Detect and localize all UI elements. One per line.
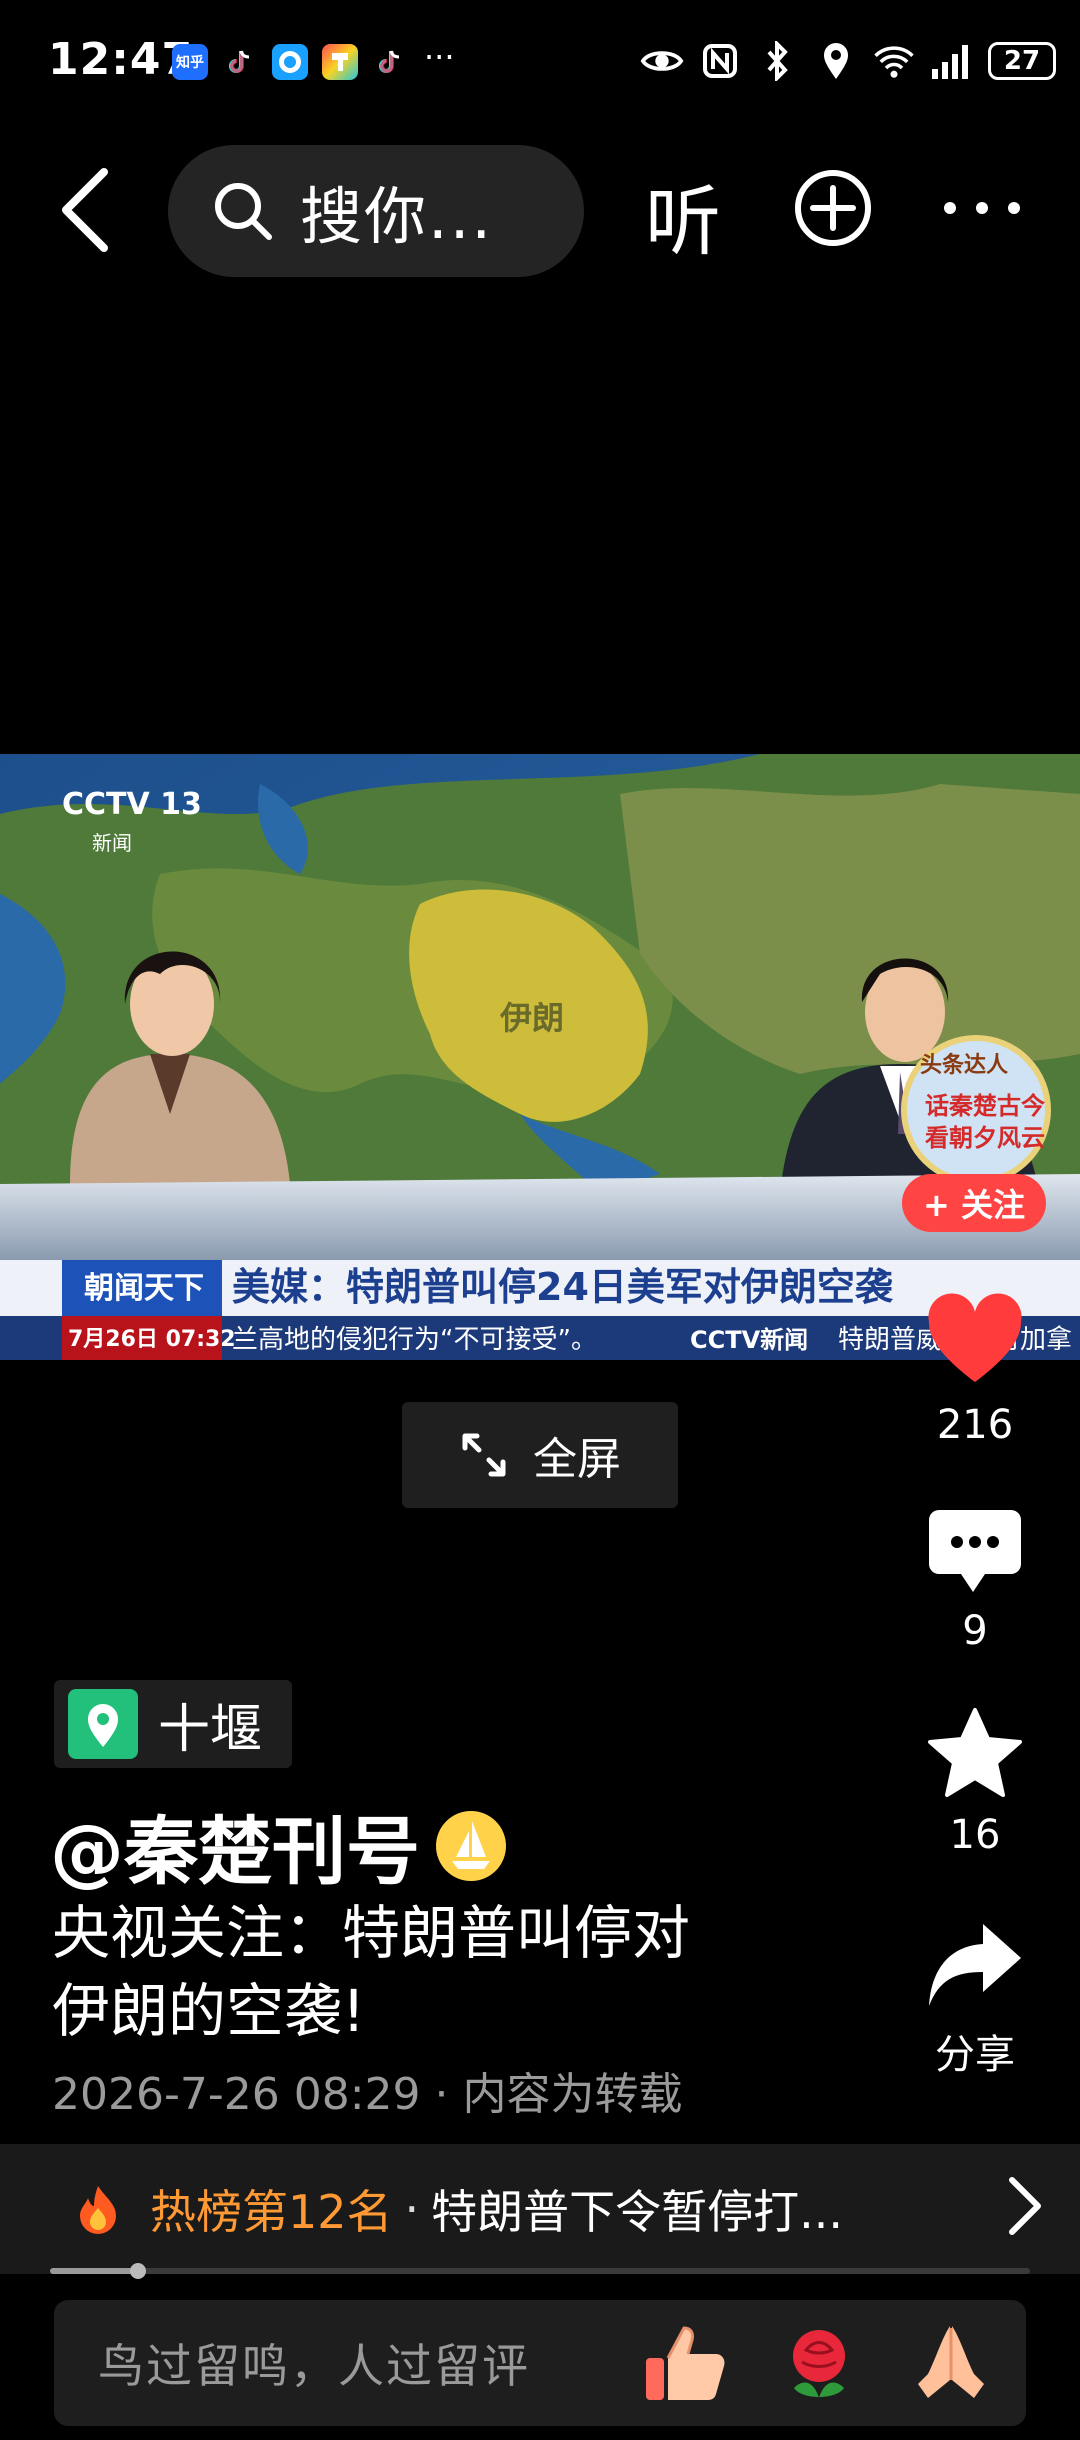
heart-icon	[928, 1293, 1022, 1382]
map-label: 伊朗	[499, 999, 564, 1037]
chevron-right-icon[interactable]	[1004, 2174, 1044, 2238]
location-text: 十堰	[158, 1699, 263, 1760]
zhihu-icon: 知乎	[172, 44, 208, 80]
post-meta: 2026-7-26 08:29 · 内容为转载	[52, 2069, 683, 2120]
video-progress-fill	[50, 2268, 139, 2274]
follow-button[interactable]: + 关注	[902, 1174, 1046, 1232]
notification-more: ···	[424, 38, 455, 76]
comment-icon	[929, 1510, 1021, 1592]
video-progress-track[interactable]	[50, 2268, 1030, 2274]
search-input[interactable]: 搜你...	[168, 145, 584, 277]
ticker-logo: CCTV新闻	[690, 1326, 808, 1354]
share-label: 分享	[935, 2032, 1015, 2078]
post-title-line-1: 央视关注：特朗普叫停对	[52, 1899, 691, 1967]
verified-badge-icon	[436, 1810, 506, 1881]
listen-button[interactable]: 听	[645, 160, 721, 270]
praying-hands-icon[interactable]	[906, 2318, 996, 2408]
add-button[interactable]	[793, 168, 873, 248]
fullscreen-button[interactable]: 全屏	[402, 1402, 678, 1508]
fullscreen-label: 全屏	[533, 1434, 621, 1485]
post-title-line-2: 伊朗的空袭!	[52, 1977, 366, 2045]
status-icons: 27	[640, 38, 1056, 84]
share-arrow-icon	[929, 1924, 1021, 2006]
more-dots-icon	[944, 202, 1020, 214]
program-name: 朝闻天下	[84, 1271, 204, 1306]
signal-icon	[930, 39, 974, 83]
search-icon	[215, 183, 272, 240]
comment-placeholder: 鸟过留鸣，人过留评	[98, 2339, 530, 2393]
bluetooth-icon	[756, 39, 800, 83]
location-icon	[814, 39, 858, 83]
expand-icon	[462, 1433, 506, 1477]
like-button[interactable]: 216	[905, 1292, 1045, 1448]
badge-line-1: 话秦楚古今	[925, 1092, 1045, 1120]
like-count: 216	[936, 1402, 1014, 1448]
fire-icon	[80, 2186, 116, 2234]
share-button[interactable]: 分享	[905, 1920, 1045, 2080]
location-pin-icon	[68, 1689, 138, 1759]
plus-circle-icon	[795, 170, 871, 246]
hot-separator: ·	[404, 2182, 420, 2236]
browser-icon	[272, 44, 308, 80]
channel-sub: 新闻	[92, 831, 132, 855]
favorite-count: 16	[949, 1812, 1001, 1858]
zhihu-icon-label: 知乎	[176, 55, 204, 71]
author-handle: @秦楚刊号	[50, 1809, 420, 1895]
headline: 美媒：特朗普叫停24日美军对伊朗空袭	[232, 1265, 894, 1309]
chevron-left-icon	[62, 168, 108, 252]
comment-button[interactable]: 9	[905, 1508, 1045, 1654]
date-time: 7月26日 07:32	[68, 1327, 236, 1352]
favorite-button[interactable]: 16	[905, 1706, 1045, 1858]
tiktok-icon	[222, 44, 258, 80]
post-title[interactable]: 央视关注：特朗普叫停对 伊朗的空袭!	[52, 1894, 812, 2050]
badge-top-text: 头条达人	[920, 1052, 1008, 1078]
comment-count: 9	[962, 1608, 988, 1654]
painter-icon	[322, 44, 358, 80]
wifi-icon	[872, 39, 916, 83]
rose-icon[interactable]	[774, 2318, 864, 2408]
news-broadcast-frame: 伊朗 CCTV 13 新闻 朝闻天下 美媒：特朗普叫停24日美军对伊朗空袭 7月…	[0, 754, 1080, 1360]
creator-badge: 头条达人 话秦楚古今 看朝夕风云	[901, 1035, 1051, 1185]
nfc-icon	[698, 39, 742, 83]
hot-rank-bar[interactable]: 热榜第12名 · 特朗普下令暂停打...	[0, 2144, 1080, 2274]
channel-logo: CCTV 13	[62, 787, 202, 822]
status-bar: 12:47 知乎 ··· 27	[0, 0, 1080, 120]
thumbs-up-icon[interactable]	[640, 2318, 730, 2408]
back-button[interactable]	[52, 160, 122, 260]
video-progress-handle[interactable]	[130, 2263, 147, 2279]
author-name[interactable]: @秦楚刊号	[50, 1792, 508, 1899]
hot-rank-label: 热榜第12名	[150, 2185, 393, 2239]
star-icon	[928, 1708, 1022, 1797]
comment-input[interactable]: 鸟过留鸣，人过留评	[54, 2300, 1026, 2426]
battery-indicator: 27	[988, 42, 1056, 80]
badge-line-2: 看朝夕风云	[925, 1124, 1045, 1152]
hot-topic: 特朗普下令暂停打...	[431, 2185, 844, 2239]
search-placeholder: 搜你...	[300, 180, 494, 253]
location-tag[interactable]: 十堰	[54, 1680, 293, 1768]
eye-icon	[640, 39, 684, 83]
more-options-button[interactable]	[940, 198, 1024, 218]
ticker-text: 兰高地的侵犯行为“不可接受”。	[232, 1325, 597, 1355]
tiktok-icon	[372, 44, 408, 80]
video-player[interactable]: 伊朗 CCTV 13 新闻 朝闻天下 美媒：特朗普叫停24日美军对伊朗空袭 7月…	[0, 754, 1080, 1360]
